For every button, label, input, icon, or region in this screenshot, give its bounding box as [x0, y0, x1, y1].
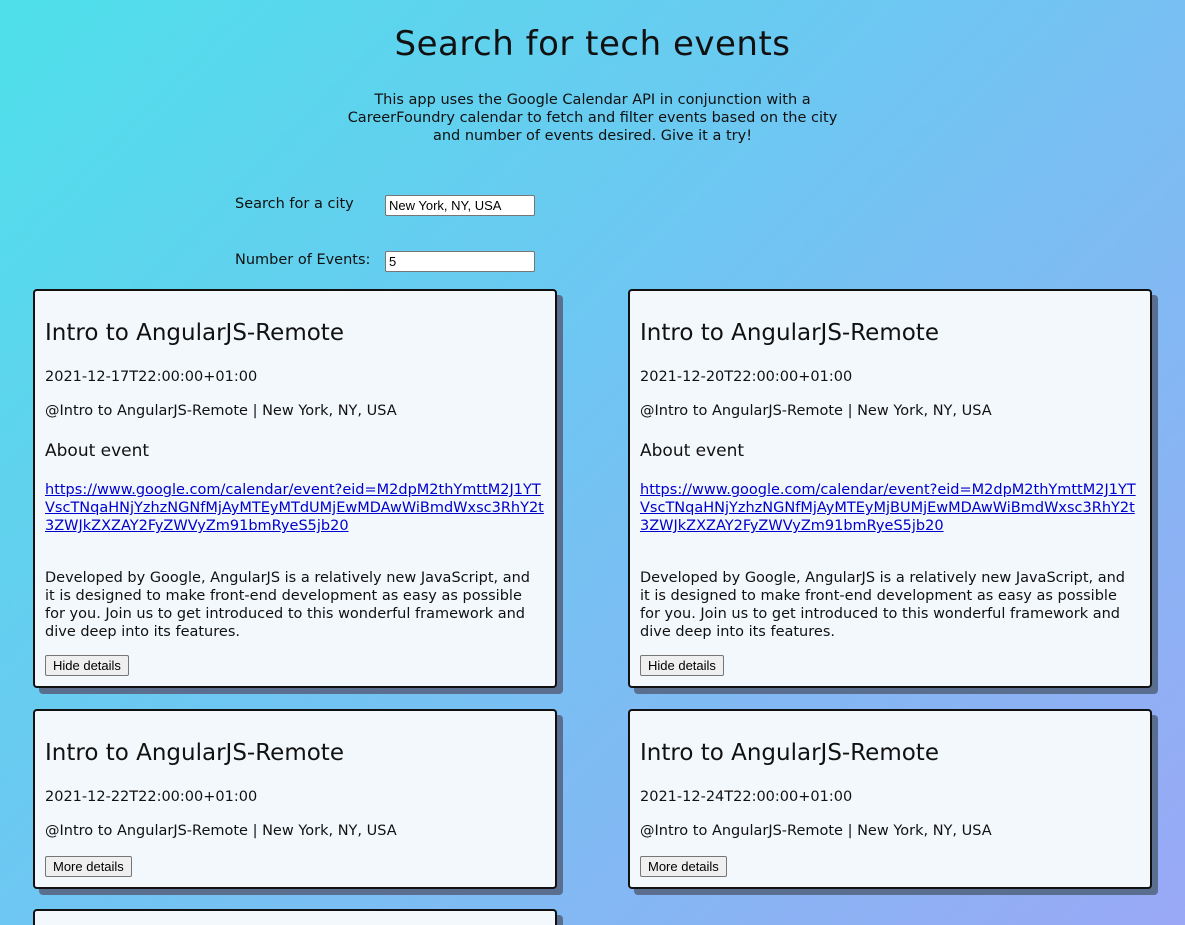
app-description: This app uses the Google Calendar API in… — [347, 92, 838, 144]
hide-details-button[interactable]: Hide details — [45, 655, 129, 676]
event-calendar-link[interactable]: https://www.google.com/calendar/event?ei… — [640, 481, 1140, 535]
event-date: 2021-12-17T22:00:00+01:00 — [45, 369, 258, 385]
event-description: Developed by Google, AngularJS is a rela… — [45, 570, 530, 640]
city-search-input[interactable] — [385, 195, 535, 216]
event-date: 2021-12-20T22:00:00+01:00 — [640, 369, 853, 385]
event-location: @Intro to AngularJS-Remote | New York, N… — [45, 823, 397, 839]
event-location: @Intro to AngularJS-Remote | New York, N… — [640, 403, 992, 419]
event-card: Intro to AngularJS-Remote 2021-12-17T22:… — [33, 289, 557, 688]
event-card — [33, 909, 557, 925]
event-calendar-link[interactable]: https://www.google.com/calendar/event?ei… — [45, 481, 545, 535]
number-of-events-label: Number of Events: — [235, 252, 371, 268]
event-card: Intro to AngularJS-Remote 2021-12-24T22:… — [628, 709, 1152, 889]
event-card: Intro to AngularJS-Remote 2021-12-22T22:… — [33, 709, 557, 889]
event-title: Intro to AngularJS-Remote — [45, 740, 344, 766]
about-event-heading: About event — [640, 441, 745, 461]
event-date: 2021-12-22T22:00:00+01:00 — [45, 789, 258, 805]
city-search-label: Search for a city — [235, 196, 354, 212]
event-title: Intro to AngularJS-Remote — [640, 320, 939, 346]
more-details-button[interactable]: More details — [45, 856, 132, 877]
event-date: 2021-12-24T22:00:00+01:00 — [640, 789, 853, 805]
event-title: Intro to AngularJS-Remote — [640, 740, 939, 766]
event-description: Developed by Google, AngularJS is a rela… — [640, 570, 1125, 640]
page-title: Search for tech events — [394, 24, 791, 64]
event-location: @Intro to AngularJS-Remote | New York, N… — [45, 403, 397, 419]
event-location: @Intro to AngularJS-Remote | New York, N… — [640, 823, 992, 839]
hide-details-button[interactable]: Hide details — [640, 655, 724, 676]
more-details-button[interactable]: More details — [640, 856, 727, 877]
event-card: Intro to AngularJS-Remote 2021-12-20T22:… — [628, 289, 1152, 688]
number-of-events-input[interactable] — [385, 251, 535, 272]
about-event-heading: About event — [45, 441, 150, 461]
event-title: Intro to AngularJS-Remote — [45, 320, 344, 346]
